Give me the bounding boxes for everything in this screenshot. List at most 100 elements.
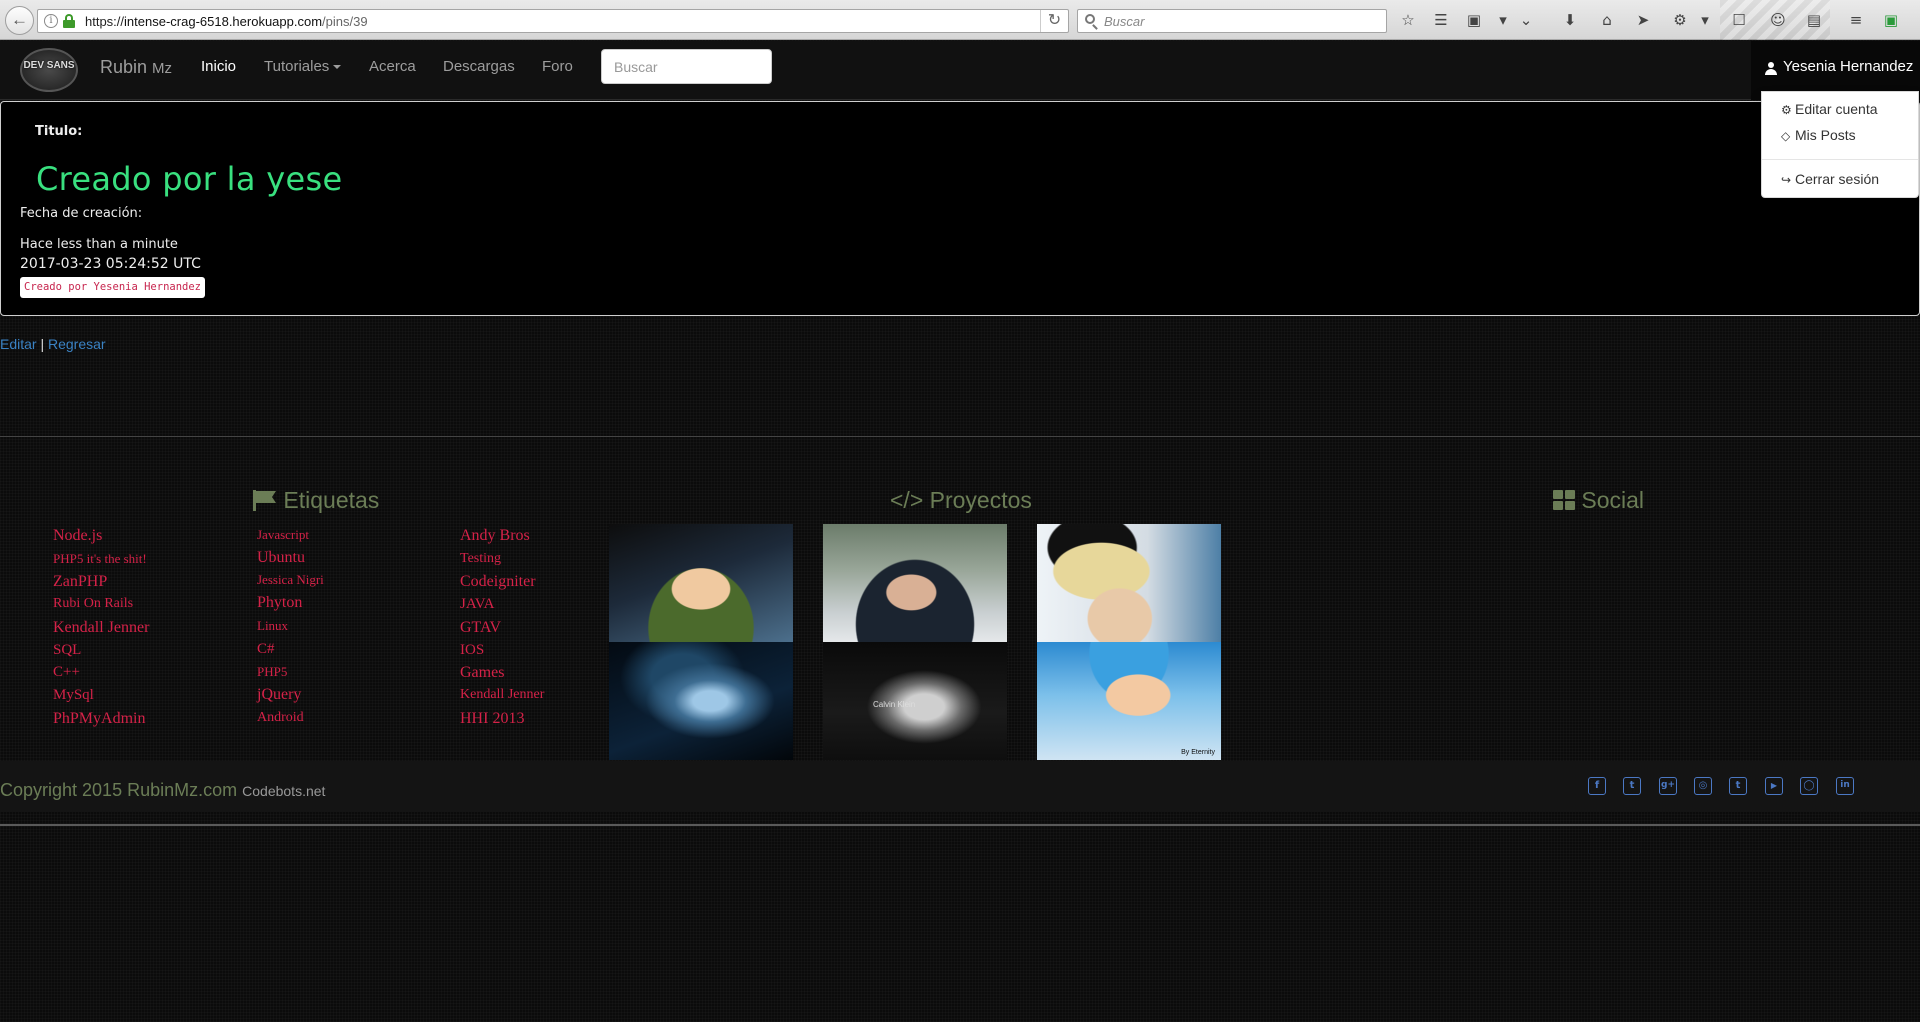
project-thumb-vegeta-blue[interactable]: By Eternity bbox=[1037, 642, 1221, 760]
tag-link[interactable]: jQuery bbox=[257, 686, 301, 704]
copyright: Copyright 2015 RubinMz.com Codebots.net bbox=[0, 780, 326, 800]
android-extension-icon[interactable]: ▣ bbox=[1881, 10, 1901, 30]
browser-toolbar: ← i https://intense-crag-6518.herokuapp.… bbox=[0, 0, 1920, 40]
home-icon[interactable]: ⌂ bbox=[1597, 10, 1617, 30]
tag-link[interactable]: C++ bbox=[53, 664, 80, 681]
project-thumb-girl[interactable] bbox=[823, 524, 1007, 642]
footer-divider bbox=[0, 436, 1920, 437]
address-bar[interactable]: i https://intense-crag-6518.herokuapp.co… bbox=[37, 9, 1069, 33]
tag-link[interactable]: Kendall Jenner bbox=[460, 687, 544, 703]
nav-descargas[interactable]: Descargas bbox=[443, 58, 515, 75]
tag-link[interactable]: PhPMyAdmin bbox=[53, 710, 145, 728]
url-text[interactable]: https://intense-crag-6518.herokuapp.com/… bbox=[85, 14, 368, 29]
menu-item-mis-posts[interactable]: ◇ Mis Posts bbox=[1781, 127, 1856, 143]
project-thumb-upside-down-girl[interactable] bbox=[1037, 524, 1221, 642]
site-navbar: DEV SANS Rubin Mz Inicio Tutoriales Acer… bbox=[0, 41, 1920, 100]
pocket-icon[interactable]: ⌄ bbox=[1516, 10, 1536, 30]
caret-down-icon bbox=[333, 65, 342, 70]
info-icon[interactable]: i bbox=[44, 14, 58, 28]
nav-tutoriales[interactable]: Tutoriales bbox=[264, 58, 342, 75]
tag-link[interactable]: Android bbox=[257, 710, 304, 726]
projects-heading: </> Proyectos bbox=[890, 487, 1032, 513]
browser-search-placeholder: Buscar bbox=[1104, 14, 1145, 29]
link-separator: | bbox=[40, 336, 45, 352]
extension-icon[interactable]: ⚙ bbox=[1670, 10, 1690, 30]
timestamp: 2017-03-23 05:24:52 UTC bbox=[20, 256, 201, 272]
search-icon bbox=[1085, 14, 1095, 24]
nav-foro[interactable]: Foro bbox=[542, 58, 573, 75]
back-arrow-icon[interactable]: ← bbox=[5, 6, 34, 35]
tag-link[interactable]: Testing bbox=[460, 551, 501, 567]
tags-heading: Etiquetas bbox=[253, 487, 379, 514]
tag-link[interactable]: Ubuntu bbox=[257, 549, 305, 567]
nav-inicio[interactable]: Inicio bbox=[201, 58, 236, 75]
twitter-icon[interactable]: t bbox=[1623, 777, 1641, 795]
date-label: Fecha de creación: bbox=[20, 206, 143, 221]
tag-link[interactable]: Rubi On Rails bbox=[53, 596, 133, 612]
tag-link[interactable]: Node.js bbox=[53, 527, 102, 545]
extension-icon[interactable]: ▤ bbox=[1804, 10, 1824, 30]
diamond-icon: ◇ bbox=[1781, 129, 1791, 143]
tag-link[interactable]: Linux bbox=[257, 618, 288, 634]
dropdown-arrow-icon[interactable]: ▾ bbox=[1695, 10, 1715, 30]
tag-link[interactable]: C# bbox=[257, 641, 275, 658]
instagram-icon[interactable]: ◎ bbox=[1694, 777, 1712, 795]
tag-link[interactable]: Phyton bbox=[257, 594, 302, 612]
back-link[interactable]: Regresar bbox=[48, 336, 106, 352]
download-icon[interactable]: ⬇ bbox=[1560, 10, 1580, 30]
tag-link[interactable]: IOS bbox=[460, 642, 484, 659]
site-logo[interactable]: DEV SANS bbox=[14, 46, 84, 94]
tag-link[interactable]: Codeigniter bbox=[460, 573, 536, 591]
nav-acerca[interactable]: Acerca bbox=[369, 58, 416, 75]
project-thumb-calvin-klein[interactable]: Calvin Klein bbox=[823, 642, 1007, 760]
tag-link[interactable]: HHI 2013 bbox=[460, 710, 524, 728]
bookmark-star-icon[interactable]: ☆ bbox=[1398, 10, 1418, 30]
screenshot-tool-icon[interactable]: ☐ bbox=[1729, 10, 1749, 30]
lock-icon bbox=[63, 14, 75, 28]
tag-link[interactable]: PHP5 it's the shit! bbox=[53, 551, 147, 567]
pin-title: Creado por la yese bbox=[36, 160, 343, 198]
tag-link[interactable]: Jessica Nigri bbox=[257, 572, 324, 588]
ck-caption: Calvin Klein bbox=[873, 700, 916, 709]
google-plus-icon[interactable]: g+ bbox=[1659, 777, 1677, 795]
tag-link[interactable]: SQL bbox=[53, 642, 81, 659]
project-thumb-vegeta[interactable] bbox=[609, 524, 793, 642]
menu-item-editar-cuenta[interactable]: ⚙ Editar cuenta bbox=[1781, 101, 1878, 117]
project-thumb-dark-art[interactable] bbox=[609, 642, 793, 760]
github-icon[interactable]: ◯ bbox=[1800, 777, 1818, 795]
smiley-icon[interactable]: ☺ bbox=[1768, 10, 1788, 30]
tag-link[interactable]: ZanPHP bbox=[53, 573, 107, 591]
user-icon bbox=[1765, 62, 1777, 75]
pin-panel: Titulo: Creado por la yese Fecha de crea… bbox=[0, 101, 1920, 316]
facebook-icon[interactable]: f bbox=[1588, 777, 1606, 795]
menu-icon[interactable]: ≡ bbox=[1846, 10, 1866, 30]
reading-list-icon[interactable]: ☰ bbox=[1431, 10, 1451, 30]
menu-item-cerrar-sesion[interactable]: ↪ Cerrar sesión bbox=[1781, 171, 1879, 187]
artist-caption: By Eternity bbox=[1181, 749, 1215, 756]
reload-icon[interactable]: ↻ bbox=[1040, 10, 1068, 32]
site-search-input[interactable] bbox=[601, 49, 772, 84]
user-dropdown-menu: ⚙ Editar cuenta ◇ Mis Posts ↪ Cerrar sesión bbox=[1761, 91, 1919, 198]
dropdown-arrow-icon[interactable]: ▾ bbox=[1493, 10, 1513, 30]
browser-search-field[interactable]: Buscar bbox=[1077, 9, 1387, 33]
tag-link[interactable]: JAVA bbox=[460, 596, 494, 613]
tag-link[interactable]: MySql bbox=[53, 687, 94, 704]
tag-link[interactable]: Andy Bros bbox=[460, 527, 530, 545]
gear-icon: ⚙ bbox=[1781, 103, 1792, 117]
user-name: Yesenia Hernandez bbox=[1783, 58, 1914, 75]
page-bottom-divider bbox=[0, 824, 1920, 826]
tag-link[interactable]: Javascript bbox=[257, 527, 309, 543]
linkedin-icon[interactable]: in bbox=[1836, 777, 1854, 795]
youtube-icon[interactable]: ▶ bbox=[1765, 777, 1783, 795]
tag-link[interactable]: GTAV bbox=[460, 619, 501, 637]
brand-name[interactable]: Rubin Mz bbox=[100, 57, 172, 78]
author-badge: Creado por Yesenia Hernandez bbox=[20, 277, 206, 298]
edit-link[interactable]: Editar bbox=[0, 336, 37, 352]
tag-link[interactable]: PHP5 bbox=[257, 664, 287, 680]
footer-bar: Copyright 2015 RubinMz.com Codebots.net … bbox=[0, 761, 1920, 812]
tag-link[interactable]: Kendall Jenner bbox=[53, 619, 149, 637]
send-icon[interactable]: ➤ bbox=[1633, 10, 1653, 30]
tumblr-icon[interactable]: t bbox=[1729, 777, 1747, 795]
screenshot-icon[interactable]: ▣ bbox=[1464, 10, 1484, 30]
tag-link[interactable]: Games bbox=[460, 664, 504, 682]
